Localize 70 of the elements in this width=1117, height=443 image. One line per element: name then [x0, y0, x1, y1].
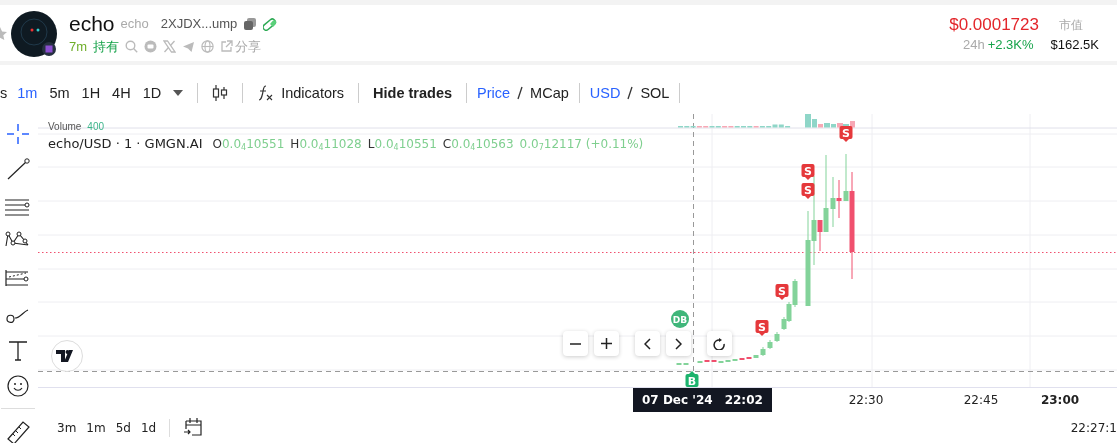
pill-icon[interactable]	[263, 16, 278, 31]
holders-link[interactable]: 持有	[93, 37, 120, 56]
crosshair-time: 22:02	[724, 393, 763, 407]
time-tick: 22:30	[848, 393, 884, 407]
caret-icon	[173, 90, 184, 96]
interval-tab[interactable]: 1m	[11, 80, 44, 106]
volume-value: 400	[87, 122, 105, 132]
plus-icon	[601, 338, 612, 349]
crosshair-icon[interactable]	[5, 122, 31, 146]
function-icon	[257, 84, 274, 102]
trade-marker[interactable]: S	[839, 126, 853, 142]
change-period: 24h	[962, 37, 985, 52]
contract-address: 2XJDX...ump	[160, 16, 238, 31]
range-button[interactable]: 1m	[81, 421, 111, 435]
reset-icon	[713, 337, 726, 350]
bar-change: 0.0$_{7}$12117 (+0.11%)	[519, 137, 644, 152]
volume-label: Volume	[48, 122, 82, 132]
trend-line-icon[interactable]	[5, 158, 31, 182]
copy-icon[interactable]	[243, 16, 258, 31]
chart-logo[interactable]	[51, 340, 83, 372]
interval-tab[interactable]: s	[0, 80, 12, 106]
token-symbol: echo	[120, 16, 149, 31]
hide-trades-button[interactable]: Hide trades	[367, 80, 459, 106]
emoji-icon[interactable]	[5, 374, 31, 398]
ohlc-value: C0.0$_{4}$10563	[442, 137, 514, 152]
ohlc-value: O0.0$_{4}$10551	[212, 137, 285, 152]
toggle-option[interactable]: USD	[587, 80, 623, 106]
trade-marker[interactable]: S	[755, 320, 769, 336]
trade-marker[interactable]: S	[801, 183, 815, 199]
symbol-title: echo/USD · 1 · GMGN.AI	[48, 136, 203, 151]
interval-tab[interactable]: 1H	[75, 80, 107, 106]
crosshair-date: 07 Dec '24	[642, 393, 713, 407]
scroll-left-button[interactable]	[635, 331, 660, 356]
range-button[interactable]: 3m	[52, 421, 82, 435]
chevron-right-icon	[675, 337, 682, 350]
trade-marker[interactable]: S	[801, 164, 815, 180]
toggle-option[interactable]: SOL	[638, 80, 672, 106]
toggle-option[interactable]: Price	[475, 80, 513, 106]
trade-marker[interactable]: S	[775, 284, 789, 300]
slash-divider	[625, 85, 636, 101]
reset-button[interactable]	[707, 331, 732, 356]
token-price: $0.0001723	[949, 15, 1039, 35]
interval-tab[interactable]: 5m	[43, 80, 76, 106]
indicators-button[interactable]: Indicators	[251, 80, 351, 106]
time-tick: 23:00	[1040, 393, 1080, 407]
ohlc-value: L0.0$_{4}$10551	[367, 137, 437, 152]
scroll-right-button[interactable]	[666, 331, 691, 356]
chevron-left-icon	[644, 337, 651, 350]
slash-divider	[515, 85, 526, 101]
token-name: echo	[69, 11, 115, 36]
ohlc-value: H0.0$_{4}$11028	[290, 137, 362, 152]
range-button[interactable]: 5d	[110, 421, 136, 435]
interval-tab[interactable]: 1D	[136, 80, 168, 106]
ruler-icon[interactable]	[5, 419, 31, 443]
interval-tab[interactable]: 4H	[106, 80, 137, 106]
zoom-in-button[interactable]	[594, 331, 619, 356]
range-button[interactable]: 1d	[135, 421, 162, 435]
market-cap-value: $162.5K	[1050, 37, 1099, 52]
price-change: +2.3K%	[987, 37, 1034, 52]
candlestick-icon	[212, 84, 229, 102]
toggle-option[interactable]: MCap	[528, 80, 571, 106]
time-tick: 22:45	[963, 393, 999, 407]
market-cap-label: 市值	[1059, 16, 1083, 34]
calendar-icon	[183, 416, 204, 437]
clock-time: 22:27:1	[1070, 421, 1117, 435]
token-age: 7m	[69, 39, 88, 54]
external-link-icon	[220, 40, 234, 53]
avatar-icon	[11, 10, 57, 57]
zoom-out-button[interactable]	[563, 331, 588, 356]
minus-icon	[570, 342, 581, 345]
